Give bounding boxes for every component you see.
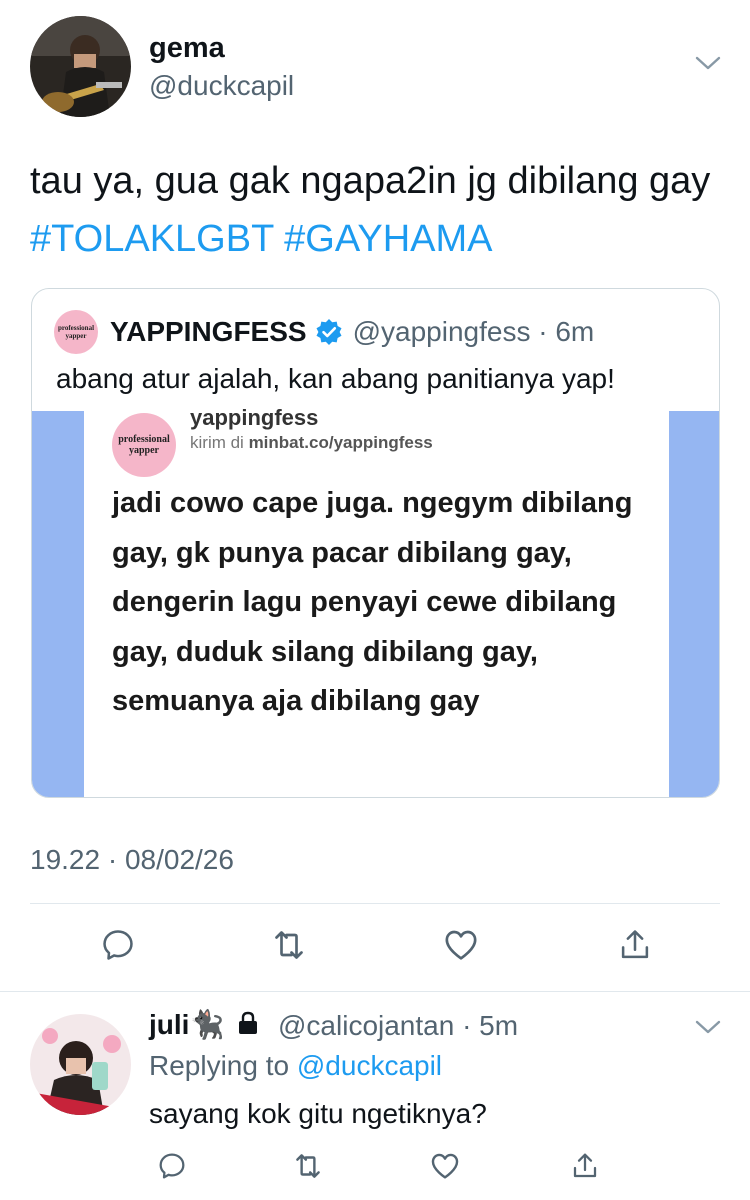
like-button[interactable] (438, 922, 484, 968)
card-avatar-text-2: yapper (129, 445, 159, 456)
quoted-tweet[interactable]: professional yapper YAPPINGFESS @yapping… (31, 288, 720, 798)
reply-author-name-text: juli🐈‍⬛ (149, 1009, 225, 1040)
card-avatar-text-1: professional (118, 434, 170, 445)
reply-author-avatar[interactable] (30, 1014, 131, 1115)
thread-divider (0, 991, 750, 992)
quoted-avatar[interactable]: professional yapper (54, 310, 98, 354)
quoted-author-name[interactable]: YAPPINGFESS (110, 316, 307, 348)
reply-text: sayang kok gitu ngetiknya? (149, 1098, 487, 1129)
reply-retweet-button[interactable] (288, 1146, 328, 1186)
card-subtitle: kirim di minbat.co/yappingfess (190, 433, 433, 453)
quoted-tweet-image[interactable]: professional yapper yappingfess kirim di… (32, 405, 719, 797)
replying-to: Replying to @duckcapil (149, 1050, 442, 1082)
reply-author-handle-time[interactable]: @calicojantan · 5m (278, 1010, 518, 1042)
tweet-text: tau ya, gua gak ngapa2in jg dibilang gay… (30, 152, 720, 268)
author-handle[interactable]: @duckcapil (149, 70, 294, 102)
share-icon (573, 1153, 597, 1178)
like-icon (445, 930, 477, 960)
tweet-timestamp[interactable]: 19.22 · 08/02/26 (30, 844, 234, 876)
hashtag-gayhama[interactable]: #GAYHAMA (284, 218, 492, 260)
reply-button[interactable] (95, 922, 141, 968)
tweet-action-bar (0, 922, 750, 970)
chevron-down-icon[interactable] (694, 54, 722, 77)
divider (30, 903, 720, 904)
share-icon (621, 930, 649, 959)
reply-share-button[interactable] (565, 1146, 605, 1186)
quoted-avatar-text-1: professional (57, 324, 95, 332)
retweet-icon (275, 931, 303, 959)
card-avatar: professional yapper (112, 413, 176, 477)
reply-reply-button[interactable] (152, 1146, 192, 1186)
retweet-icon (296, 1154, 320, 1178)
reply-chevron-down-icon[interactable] (694, 1018, 722, 1041)
confession-card: professional yapper yappingfess kirim di… (84, 405, 669, 797)
card-subtitle-prefix: kirim di (190, 433, 249, 452)
replying-to-prefix: Replying to (149, 1050, 297, 1081)
quoted-tweet-text: abang atur ajalah, kan abang panitianya … (56, 363, 615, 394)
hashtag-tolaklgbt[interactable]: #TOLAKLGBT (30, 218, 274, 260)
lock-icon (239, 1011, 258, 1034)
share-button[interactable] (612, 922, 658, 968)
card-body-text: jadi cowo cape juga. ngegym dibilang gay… (112, 487, 633, 718)
tweet-text-plain: tau ya, gua gak ngapa2in jg dibilang gay (30, 160, 711, 202)
reply-like-button[interactable] (425, 1146, 465, 1186)
verified-icon (316, 319, 342, 345)
quoted-author-handle-time[interactable]: @yappingfess · 6m (353, 316, 595, 348)
quoted-tweet-header: professional yapper YAPPINGFESS @yapping… (54, 309, 694, 355)
reply-icon (103, 930, 133, 960)
reply-author-name[interactable]: juli🐈‍⬛ (149, 1008, 260, 1041)
quoted-avatar-text-2: yapper (65, 332, 87, 340)
card-subtitle-link: minbat.co/yappingfess (248, 433, 433, 452)
replying-to-link[interactable]: @duckcapil (297, 1050, 442, 1081)
card-name: yappingfess (190, 405, 319, 430)
retweet-button[interactable] (266, 922, 312, 968)
reply-action-bar (0, 1146, 750, 1186)
author-avatar[interactable] (30, 16, 131, 117)
author-name[interactable]: gema (149, 32, 225, 65)
reply-icon (159, 1153, 185, 1179)
like-icon (431, 1153, 459, 1179)
